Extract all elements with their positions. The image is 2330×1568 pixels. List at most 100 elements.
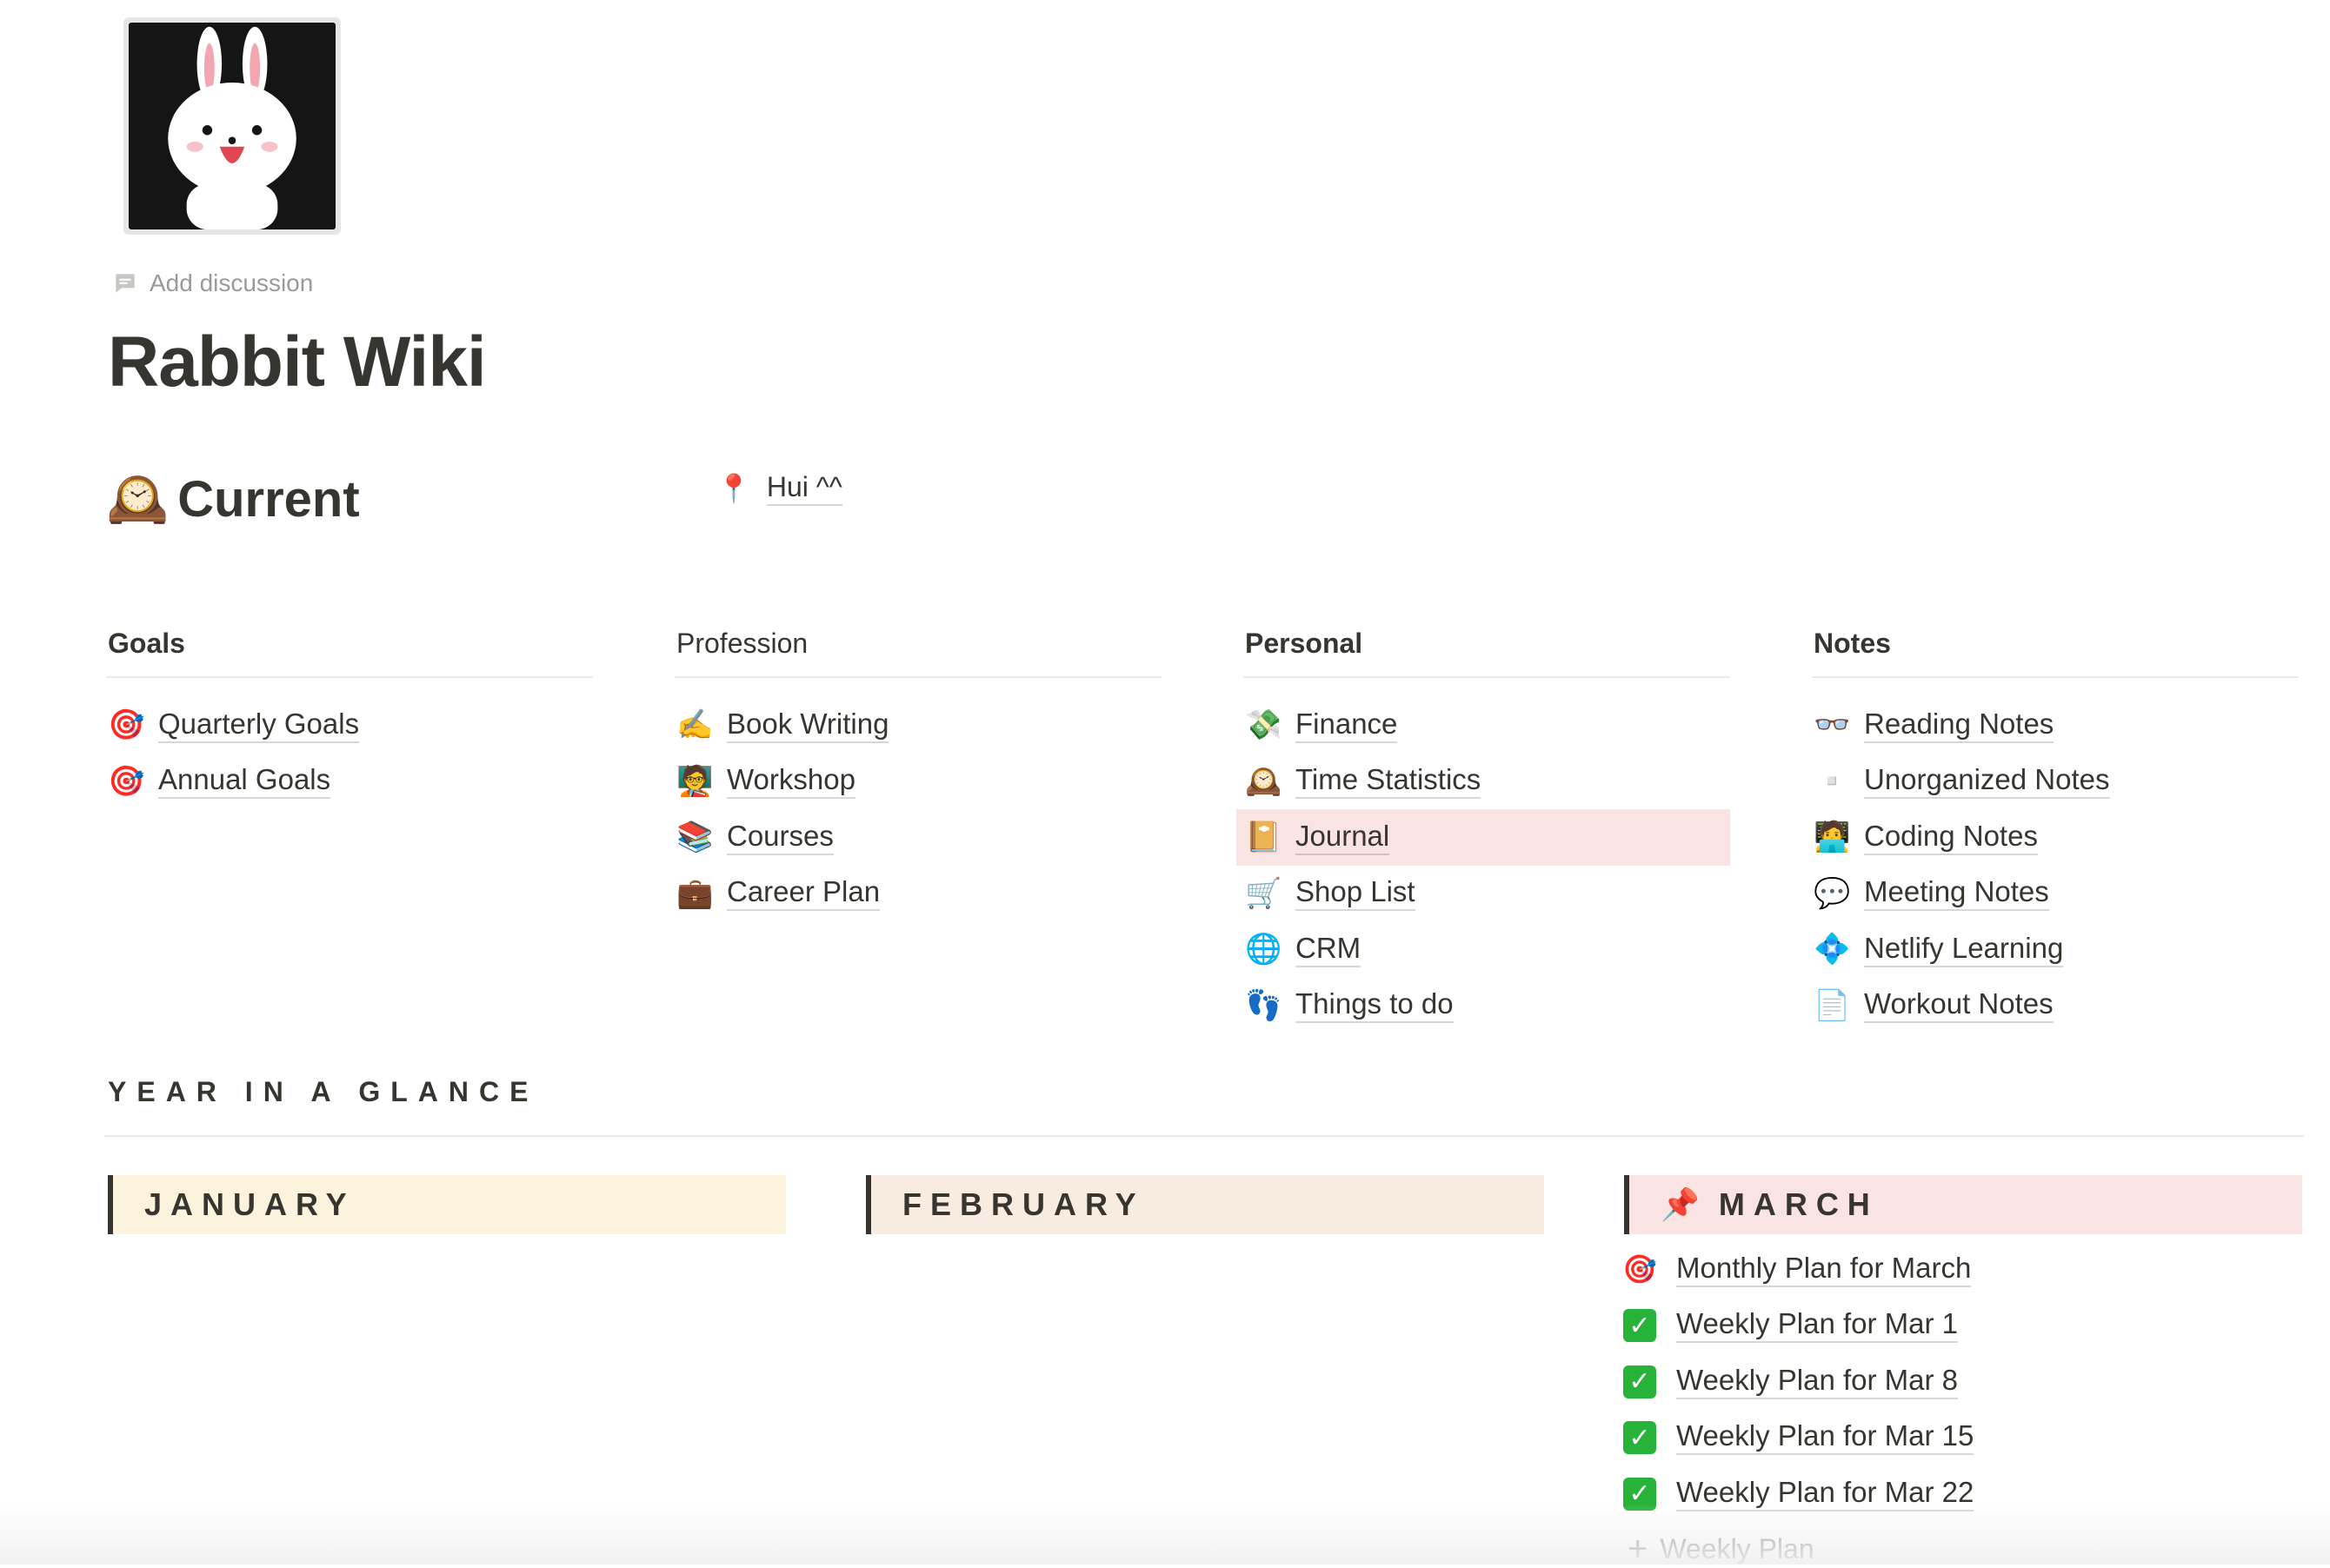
add-discussion-label: Add discussion bbox=[150, 269, 314, 296]
list-item-coding-notes[interactable]: 🧑‍💻 Coding Notes bbox=[1812, 809, 2299, 866]
list-item-weekly-plan-mar-1[interactable]: ✓ Weekly Plan for Mar 1 bbox=[1622, 1298, 1974, 1354]
speech-bubble-icon: 💬 bbox=[1814, 876, 1851, 910]
direct-hit-icon: 🎯 bbox=[108, 764, 145, 798]
column-heading-personal: Personal bbox=[1243, 628, 1730, 678]
briefcase-icon: 💼 bbox=[676, 876, 714, 910]
list-item-label[interactable]: Annual Goals bbox=[158, 763, 331, 800]
personal-column: Personal 💸 Finance 🕰️ Time Statistics 📔 … bbox=[1236, 628, 1730, 1034]
list-item-label[interactable]: Workshop bbox=[727, 763, 855, 800]
add-weekly-plan-label: Weekly Plan bbox=[1660, 1532, 1814, 1565]
books-icon: 📚 bbox=[676, 821, 714, 854]
current-heading: 🕰️ Current bbox=[106, 469, 360, 528]
list-item-meeting-notes[interactable]: 💬 Meeting Notes bbox=[1812, 866, 2299, 922]
technologist-icon: 🧑‍💻 bbox=[1814, 821, 1851, 854]
shopping-cart-icon: 🛒 bbox=[1245, 876, 1282, 910]
list-item-things-to-do[interactable]: 👣 Things to do bbox=[1243, 978, 1730, 1034]
hui-link[interactable]: 📍 Hui ^^ bbox=[716, 471, 842, 506]
list-item-label[interactable]: CRM bbox=[1295, 932, 1361, 967]
list-item-label[interactable]: Workout Notes bbox=[1864, 987, 2054, 1024]
profession-list: ✍️ Book Writing 🧑‍🏫 Workshop 📚 Courses 💼… bbox=[675, 697, 1162, 921]
personal-list: 💸 Finance 🕰️ Time Statistics 📔 Journal 🛒… bbox=[1236, 697, 1730, 1034]
rabbit-avatar-icon bbox=[129, 23, 336, 229]
list-item-label[interactable]: Weekly Plan for Mar 1 bbox=[1676, 1307, 1959, 1344]
list-item-finance[interactable]: 💸 Finance bbox=[1243, 697, 1730, 754]
list-item-label[interactable]: Book Writing bbox=[727, 708, 889, 743]
list-item-workout-notes[interactable]: 📄 Workout Notes bbox=[1812, 978, 2299, 1034]
list-item-label[interactable]: Reading Notes bbox=[1864, 708, 2054, 743]
list-item-crm[interactable]: 🌐 CRM bbox=[1243, 921, 1730, 978]
march-plan-list: 🎯 Monthly Plan for March ✓ Weekly Plan f… bbox=[1622, 1241, 1974, 1522]
month-header-march: 📌 MARCH bbox=[1624, 1175, 2302, 1234]
list-item-annual-goals[interactable]: 🎯 Annual Goals bbox=[106, 754, 593, 810]
list-item-shop-list[interactable]: 🛒 Shop List bbox=[1243, 866, 1730, 922]
month-label: MARCH bbox=[1718, 1186, 1879, 1222]
list-item-label[interactable]: Journal bbox=[1295, 820, 1390, 855]
notebook-icon: 📔 bbox=[1245, 821, 1282, 854]
month-header-february: FEBRUARY bbox=[866, 1175, 1544, 1234]
hui-link-label[interactable]: Hui ^^ bbox=[766, 471, 842, 506]
page-title: Rabbit Wiki bbox=[108, 322, 487, 402]
check-mark-button-icon: ✓ bbox=[1623, 1477, 1656, 1511]
list-item-label[interactable]: Quarterly Goals bbox=[158, 708, 360, 743]
month-label: JANUARY bbox=[144, 1186, 356, 1222]
writing-hand-icon: ✍️ bbox=[676, 708, 714, 742]
teacher-icon: 🧑‍🏫 bbox=[676, 764, 714, 798]
list-item-time-statistics[interactable]: 🕰️ Time Statistics bbox=[1243, 754, 1730, 810]
list-item-label[interactable]: Shop List bbox=[1295, 875, 1415, 912]
profession-column: Profession ✍️ Book Writing 🧑‍🏫 Workshop … bbox=[675, 628, 1162, 921]
list-item-label[interactable]: Courses bbox=[727, 820, 834, 855]
notes-column: Notes 👓 Reading Notes ▫️ Unorganized Not… bbox=[1812, 628, 2299, 1033]
list-item-book-writing[interactable]: ✍️ Book Writing bbox=[675, 697, 1162, 754]
list-item-courses[interactable]: 📚 Courses bbox=[675, 809, 1162, 866]
current-heading-label: Current bbox=[177, 470, 360, 528]
comment-icon bbox=[116, 274, 135, 293]
direct-hit-icon: 🎯 bbox=[1622, 1253, 1657, 1286]
check-mark-button-icon: ✓ bbox=[1623, 1309, 1656, 1342]
column-heading-notes: Notes bbox=[1812, 628, 2299, 678]
month-label: FEBRUARY bbox=[902, 1186, 1145, 1222]
list-item-label[interactable]: Career Plan bbox=[727, 875, 881, 912]
list-item-label[interactable]: Netlify Learning bbox=[1864, 932, 2064, 967]
add-weekly-plan-button[interactable]: + Weekly Plan bbox=[1628, 1531, 1814, 1566]
list-item-label[interactable]: Finance bbox=[1295, 708, 1398, 743]
globe-icon: 🌐 bbox=[1245, 933, 1282, 967]
list-item-monthly-plan[interactable]: 🎯 Monthly Plan for March bbox=[1622, 1241, 1974, 1298]
list-item-netlify-learning[interactable]: 💠 Netlify Learning bbox=[1812, 921, 2299, 978]
list-item-label[interactable]: Meeting Notes bbox=[1864, 875, 2049, 912]
list-item-label[interactable]: Weekly Plan for Mar 15 bbox=[1676, 1419, 1974, 1456]
plus-icon: + bbox=[1628, 1530, 1648, 1568]
notes-list: 👓 Reading Notes ▫️ Unorganized Notes 🧑‍💻… bbox=[1812, 697, 2299, 1033]
list-item-weekly-plan-mar-15[interactable]: ✓ Weekly Plan for Mar 15 bbox=[1622, 1410, 1974, 1466]
column-heading-goals: Goals bbox=[106, 628, 593, 678]
list-item-workshop[interactable]: 🧑‍🏫 Workshop bbox=[675, 754, 1162, 810]
list-item-label[interactable]: Monthly Plan for March bbox=[1676, 1252, 1972, 1287]
round-pushpin-icon: 📍 bbox=[716, 473, 751, 504]
mantelpiece-clock-icon: 🕰️ bbox=[106, 470, 170, 527]
money-with-wings-icon: 💸 bbox=[1245, 708, 1282, 742]
column-heading-profession: Profession bbox=[675, 628, 1162, 678]
list-item-unorganized-notes[interactable]: ▫️ Unorganized Notes bbox=[1812, 754, 2299, 810]
list-item-reading-notes[interactable]: 👓 Reading Notes bbox=[1812, 697, 2299, 754]
direct-hit-icon: 🎯 bbox=[108, 708, 145, 742]
footprints-icon: 👣 bbox=[1245, 988, 1282, 1022]
goals-list: 🎯 Quarterly Goals 🎯 Annual Goals bbox=[106, 697, 593, 809]
list-item-weekly-plan-mar-8[interactable]: ✓ Weekly Plan for Mar 8 bbox=[1622, 1353, 1974, 1410]
list-item-career-plan[interactable]: 💼 Career Plan bbox=[675, 866, 1162, 922]
list-item-label[interactable]: Unorganized Notes bbox=[1864, 763, 2110, 800]
list-item-label[interactable]: Weekly Plan for Mar 8 bbox=[1676, 1364, 1959, 1399]
list-item-label[interactable]: Coding Notes bbox=[1864, 820, 2038, 855]
list-item-journal[interactable]: 📔 Journal bbox=[1236, 809, 1730, 866]
list-item-weekly-plan-mar-22[interactable]: ✓ Weekly Plan for Mar 22 bbox=[1622, 1465, 1974, 1522]
month-header-january: JANUARY bbox=[108, 1175, 786, 1234]
netlify-diamond-icon: 💠 bbox=[1814, 933, 1851, 967]
list-item-label[interactable]: Things to do bbox=[1295, 987, 1454, 1024]
mantelpiece-clock-icon: 🕰️ bbox=[1245, 764, 1282, 798]
pushpin-icon: 📌 bbox=[1661, 1186, 1700, 1222]
list-item-quarterly-goals[interactable]: 🎯 Quarterly Goals bbox=[106, 697, 593, 754]
add-discussion-button[interactable]: Add discussion bbox=[111, 269, 313, 297]
page-icon[interactable] bbox=[123, 17, 341, 235]
list-item-label[interactable]: Weekly Plan for Mar 22 bbox=[1676, 1476, 1974, 1512]
list-item-label[interactable]: Time Statistics bbox=[1295, 763, 1481, 800]
blank-page-icon: ▫️ bbox=[1814, 764, 1851, 798]
check-mark-button-icon: ✓ bbox=[1623, 1421, 1656, 1454]
